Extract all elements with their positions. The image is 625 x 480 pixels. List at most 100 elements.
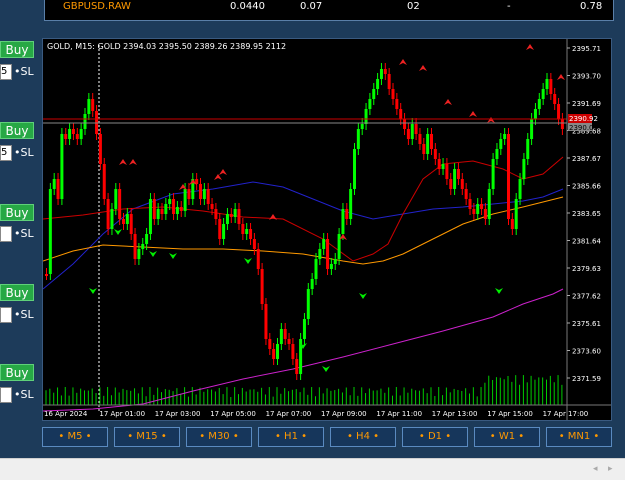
candle-body xyxy=(279,329,283,344)
tf-h4-button[interactable]: • H4 • xyxy=(330,427,396,447)
signal-arrows xyxy=(89,44,565,372)
candle-body xyxy=(145,234,149,244)
price-label: 2379.63 xyxy=(572,265,601,273)
tf-m5-button[interactable]: • M5 • xyxy=(42,427,108,447)
price-label: 2371.59 xyxy=(572,375,601,383)
buy-button[interactable]: Buy xyxy=(0,364,34,381)
candle-body xyxy=(156,209,160,219)
tf-m15-button[interactable]: • M15 • xyxy=(114,427,180,447)
price-label: 2375.61 xyxy=(572,320,601,328)
candle-body xyxy=(168,199,172,204)
candle-body xyxy=(64,134,68,139)
candle-body xyxy=(75,134,79,139)
candle-body xyxy=(495,149,499,159)
candles xyxy=(45,63,564,380)
candle-body xyxy=(133,234,137,259)
candle-body xyxy=(295,359,299,374)
signal-down-icon xyxy=(214,174,222,180)
signal-up-icon xyxy=(149,251,157,257)
candle-body xyxy=(199,184,202,199)
candle-body xyxy=(364,109,368,124)
candle-body xyxy=(483,209,487,219)
candle-body xyxy=(264,304,268,339)
quantity-field[interactable] xyxy=(0,307,12,323)
quantity-field[interactable]: 5 xyxy=(0,145,12,161)
time-label: 17 Apr 15:00 xyxy=(487,410,533,418)
candle-body xyxy=(83,114,87,129)
candle-body xyxy=(206,189,210,204)
candle-body xyxy=(353,149,356,189)
candle-body xyxy=(341,209,345,234)
candle-body xyxy=(218,219,222,239)
tf-d1-button[interactable]: • D1 • xyxy=(402,427,468,447)
buy-button[interactable]: Buy xyxy=(0,284,34,301)
candle-body xyxy=(68,129,72,139)
candle-body xyxy=(306,289,310,319)
signal-down-icon xyxy=(444,99,452,105)
info-value-1: 0.0440 xyxy=(230,1,265,12)
candle-body xyxy=(464,189,468,199)
signal-down-icon xyxy=(399,59,407,65)
tf-mn1-button[interactable]: • MN1 • xyxy=(546,427,612,447)
candle-body xyxy=(549,79,553,94)
candle-body xyxy=(449,179,453,189)
candle-body xyxy=(557,104,561,119)
stop-loss-label[interactable]: •SL xyxy=(14,308,34,321)
candle-body xyxy=(356,129,360,149)
stop-loss-label[interactable]: •SL xyxy=(14,146,34,159)
info-value-2: 0.07 xyxy=(300,1,323,12)
candle-body xyxy=(406,129,410,139)
time-label: 17 Apr 09:00 xyxy=(321,410,367,418)
chart-header: GOLD, M15: GOLD 2394.03 2395.50 2389.26 … xyxy=(47,42,286,51)
price-label: 2395.71 xyxy=(572,45,601,53)
quantity-field[interactable] xyxy=(0,226,12,242)
tf-w1-button[interactable]: • W1 • xyxy=(474,427,540,447)
chart-canvas[interactable]: GOLD, M15: GOLD 2394.03 2395.50 2389.26 … xyxy=(42,39,611,420)
candle-body xyxy=(518,179,522,199)
tf-m30-button[interactable]: • M30 • xyxy=(186,427,252,447)
buy-button[interactable]: Buy xyxy=(0,122,34,139)
stop-loss-label[interactable]: •SL xyxy=(14,65,34,78)
candle-body xyxy=(376,79,380,89)
price-axis: 2395.712393.702391.692389.682387.672385.… xyxy=(567,45,601,383)
candle-body xyxy=(225,214,229,224)
candle-body xyxy=(430,134,433,149)
quantity-field[interactable] xyxy=(0,387,12,403)
signal-down-icon xyxy=(469,111,477,117)
price-label: 2381.64 xyxy=(572,238,601,246)
symbol-info-row: GBPUSD.RAW 0.0440 0.07 02 - 0.78 xyxy=(44,0,614,21)
candle-body xyxy=(260,269,264,304)
candle-body xyxy=(52,179,56,189)
candle-body xyxy=(541,89,545,99)
tf-h1-button[interactable]: • H1 • xyxy=(258,427,324,447)
buy-button[interactable]: Buy xyxy=(0,204,34,221)
status-bar: ◂ ▸ xyxy=(0,458,625,480)
candle-body xyxy=(125,214,129,224)
stop-loss-label[interactable]: •SL xyxy=(14,227,34,240)
stop-loss-label[interactable]: •SL xyxy=(14,388,34,401)
candle-body xyxy=(276,344,279,359)
quantity-field[interactable]: 5 xyxy=(0,64,12,80)
buy-button[interactable]: Buy xyxy=(0,41,34,58)
price-chart[interactable]: GOLD, M15: GOLD 2394.03 2395.50 2389.26 … xyxy=(42,38,612,421)
time-label: 17 Apr 11:00 xyxy=(376,410,422,418)
candle-body xyxy=(252,239,256,249)
time-axis: 16 Apr 2024 17 Apr 01:00 17 Apr 03:00 17 Ap… xyxy=(44,410,588,418)
candle-body xyxy=(395,99,399,109)
candle-body xyxy=(287,339,291,344)
candle-body xyxy=(202,189,206,199)
time-label: 17 Apr 01:00 xyxy=(99,410,145,418)
candle-body xyxy=(545,79,549,89)
candle-body xyxy=(45,274,48,276)
candle-body xyxy=(98,134,102,164)
candle-body xyxy=(480,204,484,209)
candle-body xyxy=(372,89,376,99)
scroll-left-icon[interactable]: ◂ xyxy=(593,464,598,474)
candle-body xyxy=(445,164,449,179)
candle-body xyxy=(314,259,318,279)
candle-body xyxy=(241,224,245,234)
candle-body xyxy=(172,199,176,214)
candle-body xyxy=(318,249,322,259)
candle-body xyxy=(453,169,457,189)
scroll-right-icon[interactable]: ▸ xyxy=(608,464,613,474)
